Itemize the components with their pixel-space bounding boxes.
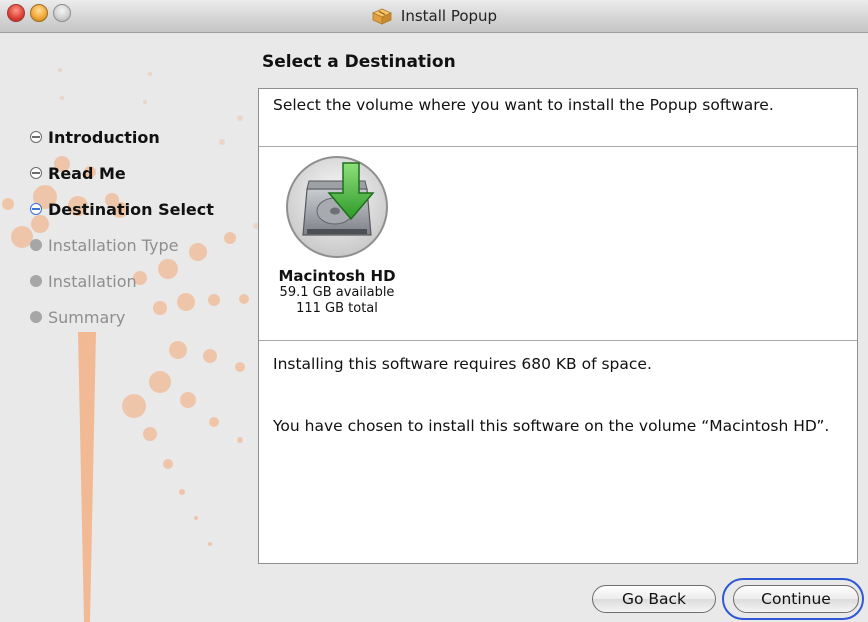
step-label: Installation <box>48 271 137 291</box>
volume-available: 59.1 GB available <box>279 285 395 300</box>
space-requirement-text: Installing this software requires 680 KB… <box>273 355 652 373</box>
page-title: Select a Destination <box>262 52 456 72</box>
content-panel: Select the volume where you want to inst… <box>258 88 858 564</box>
step-installation-type: Installation Type <box>30 227 250 263</box>
go-back-button[interactable]: Go Back <box>592 585 716 613</box>
step-done-icon <box>30 131 42 143</box>
step-destination-select: Destination Select <box>30 191 250 227</box>
hard-disk-install-icon <box>286 156 388 258</box>
step-label: Introduction <box>48 127 160 147</box>
step-label: Destination Select <box>48 199 214 219</box>
instruction-text: Select the volume where you want to inst… <box>259 89 857 147</box>
step-introduction: Introduction <box>30 119 250 155</box>
step-summary: Summary <box>30 299 250 335</box>
installer-steps: Introduction Read Me Destination Select … <box>30 119 250 335</box>
volume-total: 111 GB total <box>296 301 378 316</box>
step-read-me: Read Me <box>30 155 250 191</box>
volume-list: Macintosh HD 59.1 GB available 111 GB to… <box>259 147 857 341</box>
step-pending-icon <box>30 239 42 251</box>
installer-window: Install Popup Introduction Read Me Desti… <box>0 0 868 622</box>
step-label: Summary <box>48 307 126 327</box>
window-title: Install Popup <box>400 7 498 25</box>
step-installation: Installation <box>30 263 250 299</box>
step-label: Installation Type <box>48 235 179 255</box>
volume-macintosh-hd[interactable]: Macintosh HD 59.1 GB available 111 GB to… <box>277 155 397 317</box>
step-done-icon <box>30 167 42 179</box>
message-area: Installing this software requires 680 KB… <box>259 341 857 489</box>
volume-name: Macintosh HD <box>278 267 396 285</box>
step-pending-icon <box>30 311 42 323</box>
package-icon <box>371 8 392 25</box>
chosen-volume-text: You have chosen to install this software… <box>273 417 830 435</box>
step-label: Read Me <box>48 163 126 183</box>
step-current-icon <box>30 203 42 215</box>
title-bar[interactable]: Install Popup <box>0 0 868 33</box>
step-pending-icon <box>30 275 42 287</box>
continue-button[interactable]: Continue <box>733 585 859 613</box>
